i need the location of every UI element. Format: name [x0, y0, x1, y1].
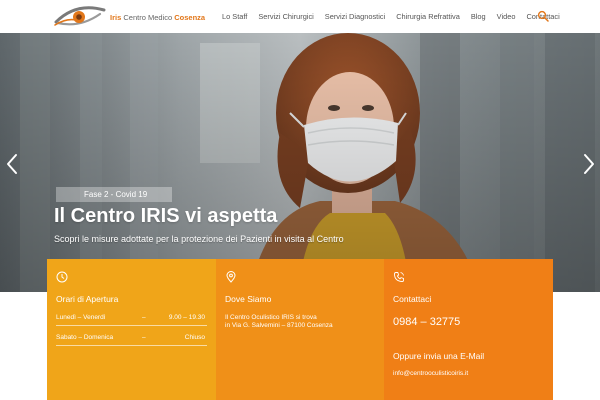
- nav-item-servizi-chirurgici[interactable]: Servizi Chirurgici: [258, 12, 313, 21]
- chevron-right-icon[interactable]: [582, 153, 596, 175]
- clock-icon: [56, 271, 68, 283]
- hours-row-weekdays: Lunedì – Venerdì – 9.00 – 19.30: [56, 312, 207, 326]
- eye-logo-icon: [54, 6, 106, 26]
- nav-item-chirurgia-refrattiva[interactable]: Chirurgia Refrattiva: [396, 12, 460, 21]
- address-line-1: Il Centro Oculistico IRIS si trova: [225, 314, 317, 321]
- hero-slider: Fase 2 - Covid 19 Il Centro IRIS vi aspe…: [0, 33, 600, 292]
- hero-badge: Fase 2 - Covid 19: [56, 187, 172, 202]
- site-header: Iris Centro Medico Cosenza Lo Staff Serv…: [0, 0, 600, 33]
- email-link[interactable]: info@centrooculisticoiris.it: [393, 370, 468, 377]
- hero-title: Il Centro IRIS vi aspetta: [54, 205, 278, 227]
- contact-box: Contattaci 0984 – 32775 Oppure invia una…: [384, 259, 553, 400]
- hours-day: Lunedì – Venerdì: [56, 314, 106, 321]
- location-box: Dove Siamo Il Centro Oculistico IRIS si …: [216, 259, 384, 400]
- hours-dash: –: [142, 314, 146, 321]
- map-pin-icon: [226, 271, 236, 283]
- main-nav: Lo Staff Servizi Chirurgici Servizi Diag…: [222, 0, 571, 33]
- logo-city: Cosenza: [174, 12, 206, 22]
- hours-time: Chiuso: [184, 334, 205, 341]
- nav-item-staff[interactable]: Lo Staff: [222, 12, 247, 21]
- chevron-left-icon[interactable]: [5, 153, 19, 175]
- logo-text: Iris Centro Medico Cosenza: [110, 13, 205, 22]
- site-logo[interactable]: Iris Centro Medico Cosenza: [54, 4, 205, 30]
- nav-item-video[interactable]: Video: [497, 12, 516, 21]
- phone-number-link[interactable]: 0984 – 32775: [393, 316, 460, 328]
- opening-hours-title: Orari di Apertura: [56, 294, 119, 304]
- opening-hours-box: Orari di Apertura Lunedì – Venerdì – 9.0…: [47, 259, 216, 400]
- hours-day: Sabato – Domenica: [56, 334, 114, 341]
- hero-image: [0, 33, 600, 292]
- hours-row-weekend: Sabato – Domenica – Chiuso: [56, 332, 207, 346]
- logo-middle: Centro Medico: [123, 12, 173, 22]
- hours-dash: –: [142, 334, 146, 341]
- email-title: Oppure invia una E-Mail: [393, 351, 485, 361]
- nav-item-servizi-diagnostici[interactable]: Servizi Diagnostici: [325, 12, 385, 21]
- address-line-2: in Via G. Salvemini – 87100 Cosenza: [225, 322, 333, 329]
- contact-title: Contattaci: [393, 294, 432, 304]
- phone-icon: [394, 272, 404, 282]
- location-title: Dove Siamo: [225, 294, 272, 304]
- hours-time: 9.00 – 19.30: [168, 314, 205, 321]
- logo-brand: Iris: [110, 12, 122, 22]
- hero-subtitle[interactable]: Scopri le misure adottate per la protezi…: [54, 234, 344, 244]
- nav-item-blog[interactable]: Blog: [471, 12, 486, 21]
- search-icon[interactable]: [537, 10, 549, 22]
